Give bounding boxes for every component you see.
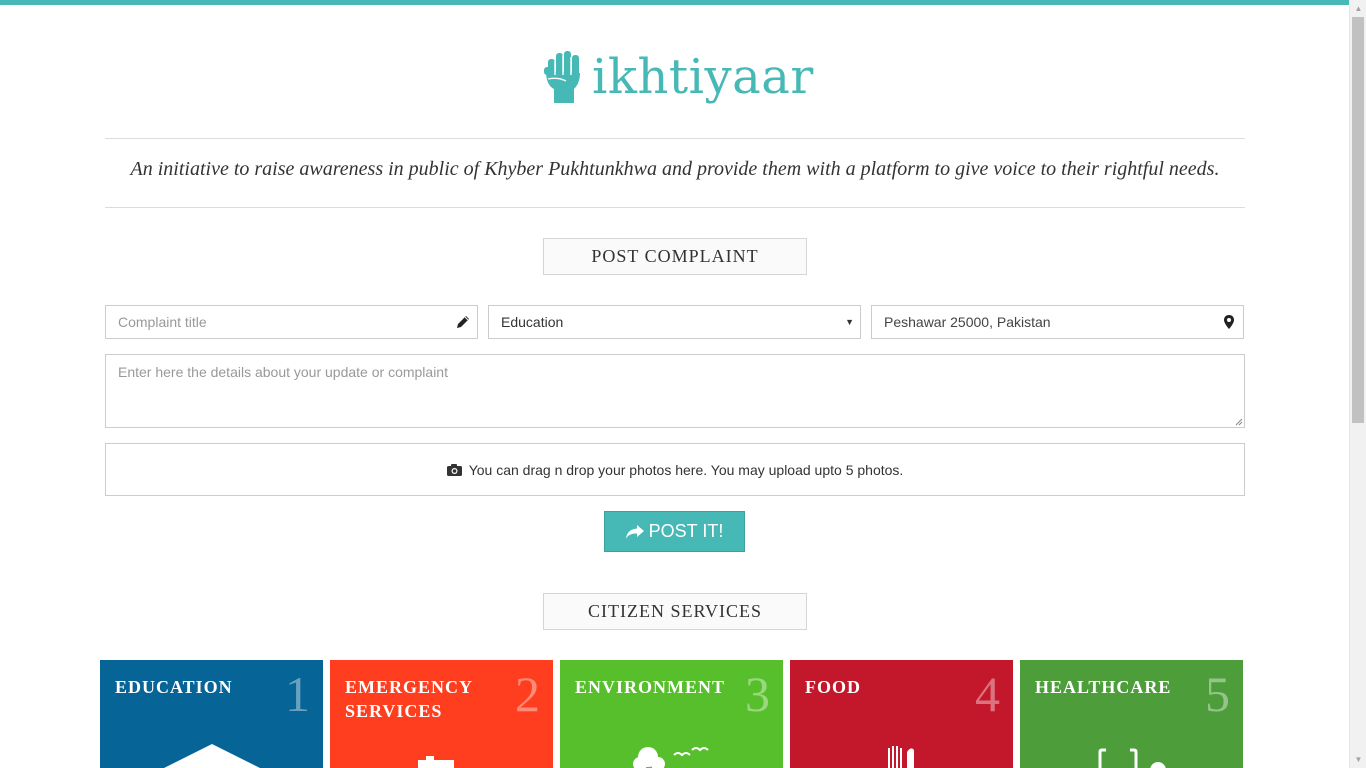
ambulance-icon: [418, 756, 454, 768]
service-tile-food[interactable]: FOOD 4: [790, 660, 1013, 768]
map-marker-icon: [1224, 315, 1234, 329]
category-selected-value: Education: [501, 314, 564, 330]
camera-icon: [446, 463, 462, 476]
photo-dropzone[interactable]: You can drag n drop your photos here. Yo…: [105, 443, 1245, 496]
brand-name: ikhtiyaar: [592, 49, 814, 105]
post-it-button[interactable]: POST IT!: [604, 511, 745, 552]
service-tile-environment[interactable]: ENVIRONMENT 3: [560, 660, 783, 768]
dropzone-text: You can drag n drop your photos here. Yo…: [468, 461, 904, 478]
scroll-up-arrow-icon[interactable]: ▲: [1350, 0, 1366, 17]
post-complaint-heading: POST COMPLAINT: [543, 238, 807, 275]
pencil-icon: [457, 316, 469, 328]
complaint-details-placeholder: Enter here the details about your update…: [118, 364, 448, 380]
stethoscope-icon: [1098, 748, 1166, 768]
post-it-label: POST IT!: [648, 521, 724, 541]
share-arrow-icon: [625, 524, 644, 539]
vertical-scrollbar[interactable]: ▲ ▼: [1349, 0, 1366, 768]
location-value: Peshawar 25000, Pakistan: [884, 314, 1051, 330]
divider-bottom: [105, 207, 1245, 208]
category-select[interactable]: Education ▼: [488, 305, 861, 339]
fork-knife-icon: [888, 746, 914, 768]
citizen-services-heading: CITIZEN SERVICES: [543, 593, 807, 630]
tree-birds-icon: [633, 747, 709, 768]
raised-fist-icon: [544, 51, 580, 103]
complaint-title-placeholder: Complaint title: [118, 314, 207, 330]
school-icon: [164, 744, 260, 768]
divider-top: [105, 138, 1245, 139]
top-accent-bar: [0, 0, 1349, 5]
scrollbar-thumb[interactable]: [1352, 17, 1364, 423]
service-tile-healthcare[interactable]: HEALTHCARE 5: [1020, 660, 1243, 768]
complaint-title-input[interactable]: Complaint title: [105, 305, 478, 339]
service-tile-emergency-services[interactable]: EMERGENCY SERVICES 2: [330, 660, 553, 768]
resize-handle-icon[interactable]: [1235, 418, 1243, 426]
scroll-down-arrow-icon[interactable]: ▼: [1350, 751, 1366, 768]
tagline: An initiative to raise awareness in publ…: [130, 158, 1220, 180]
chevron-down-icon: ▼: [845, 317, 854, 327]
service-tile-education[interactable]: EDUCATION 1: [100, 660, 323, 768]
site-logo[interactable]: ikhtiyaar: [544, 42, 814, 112]
complaint-details-textarea[interactable]: Enter here the details about your update…: [105, 354, 1245, 428]
location-input[interactable]: Peshawar 25000, Pakistan: [871, 305, 1244, 339]
